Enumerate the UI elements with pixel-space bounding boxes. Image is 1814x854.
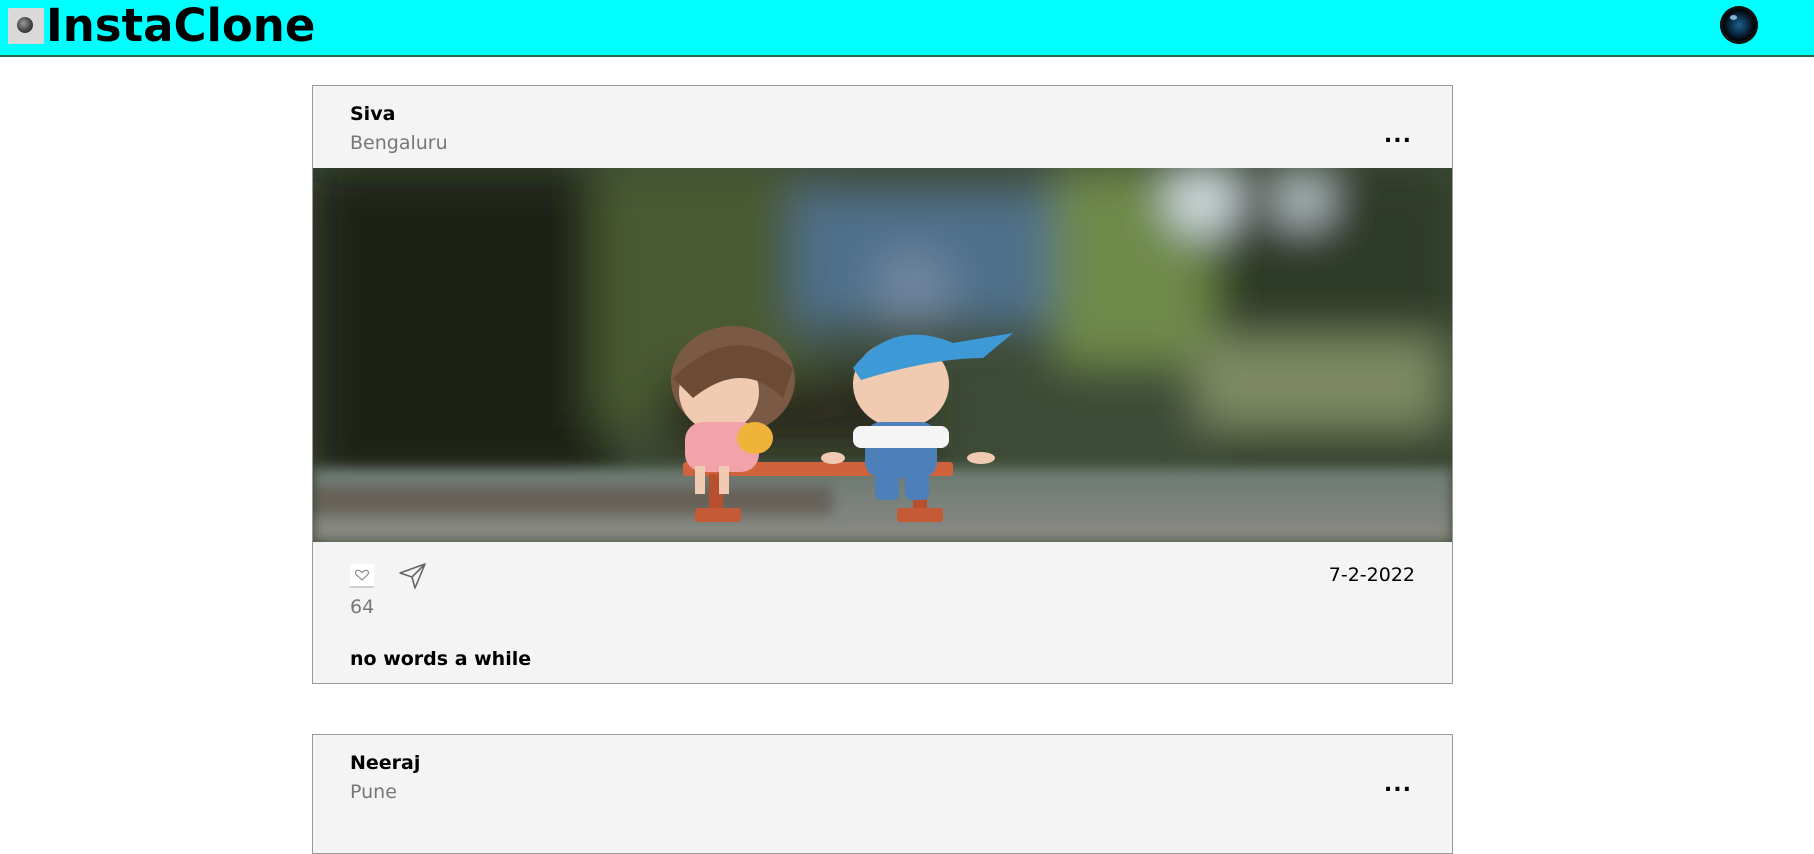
camera-glint [1730, 15, 1737, 20]
like-count: 64 [350, 596, 375, 618]
logo-lens [17, 17, 33, 33]
app-logo-icon[interactable] [8, 8, 44, 44]
post-card: Siva Bengaluru ... 7-2-2022 64 no words … [312, 85, 1453, 684]
post-location: Pune [350, 781, 397, 803]
more-options-icon[interactable]: ... [1384, 123, 1412, 148]
camera-icon[interactable] [1720, 6, 1758, 44]
post-author[interactable]: Siva [350, 103, 395, 125]
post-date: 7-2-2022 [1328, 564, 1415, 586]
post-image[interactable] [313, 168, 1452, 542]
heart-icon[interactable] [350, 564, 374, 588]
post-caption: no words a while [350, 648, 532, 670]
more-options-icon[interactable]: ... [1384, 772, 1412, 797]
top-bar: InstaClone [0, 0, 1814, 57]
brand-title[interactable]: InstaClone [46, 0, 315, 52]
post-author[interactable]: Neeraj [350, 752, 420, 774]
paper-plane-icon[interactable] [398, 562, 428, 590]
post-card: Neeraj Pune ... [312, 734, 1453, 854]
post-location: Bengaluru [350, 132, 448, 154]
